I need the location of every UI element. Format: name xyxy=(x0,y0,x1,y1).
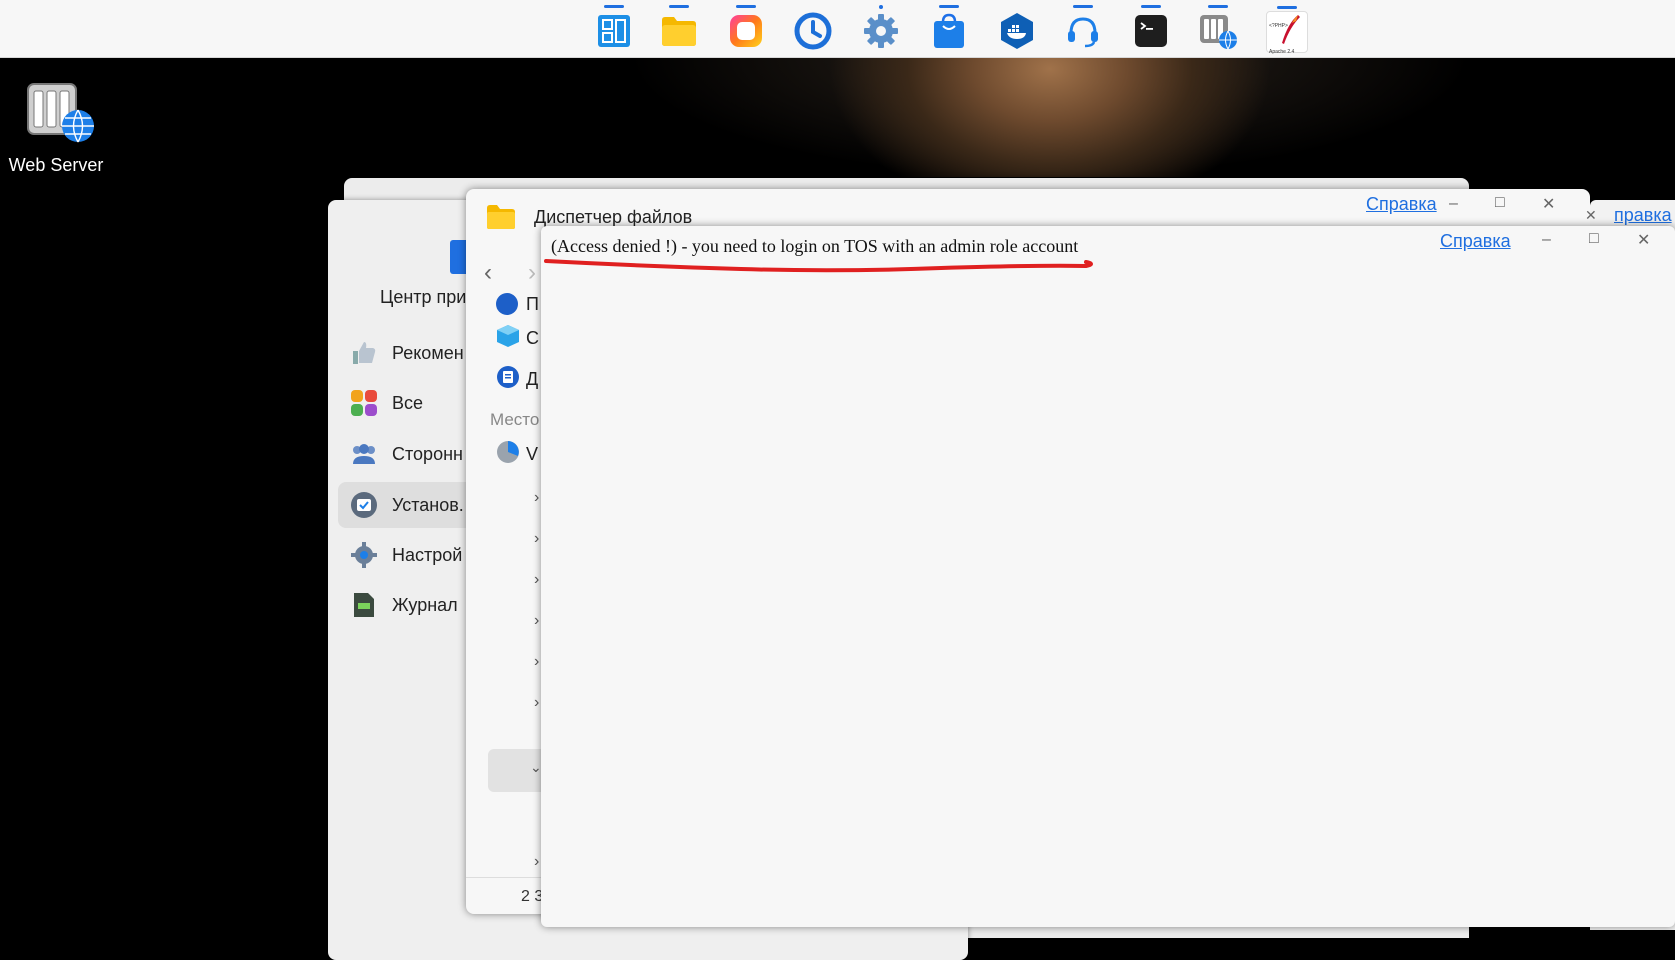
selected-nav-item[interactable]: ⌄ xyxy=(488,749,548,792)
nav-item-label: С xyxy=(526,328,539,348)
minimize-icon[interactable]: – xyxy=(1449,195,1458,213)
document-icon xyxy=(496,365,520,394)
sidebar-item-label: Журнал xyxy=(392,594,458,615)
pie-chart-icon xyxy=(496,440,520,469)
running-indicator xyxy=(939,5,959,8)
desktop-web-server-shortcut[interactable]: Web Server xyxy=(8,82,104,176)
close-icon[interactable]: ✕ xyxy=(1542,194,1555,214)
help-link[interactable]: правка xyxy=(1614,205,1672,226)
folder-icon xyxy=(486,204,516,235)
sidebar-item-label: Установ. xyxy=(392,494,464,515)
expand-chevron-icon[interactable]: › xyxy=(534,612,539,630)
grid-apps-icon xyxy=(350,389,378,417)
nav-item-volume[interactable]: V xyxy=(496,440,538,469)
app-center-title: Центр при xyxy=(380,287,467,307)
sidebar-item-label: Все xyxy=(392,392,424,413)
nav-item-documents[interactable]: Д xyxy=(496,365,538,394)
expand-chevron-icon[interactable]: › xyxy=(534,653,539,671)
cube-icon xyxy=(496,324,520,353)
access-denied-window: Справка – □ ✕ (Access denied !) - you ne… xyxy=(541,226,1675,927)
nav-item-label: Д xyxy=(526,369,539,389)
nav-item-favorites[interactable]: П xyxy=(496,293,539,315)
desktop-icon-label: Web Server xyxy=(8,155,104,175)
expand-chevron-icon[interactable]: › xyxy=(534,530,539,548)
web-server-icon[interactable] xyxy=(1198,5,1238,51)
nav-item-label: V xyxy=(526,444,539,464)
running-indicator xyxy=(1073,5,1093,8)
help-link[interactable]: Справка xyxy=(1440,231,1511,252)
expand-chevron-icon[interactable]: › xyxy=(534,571,539,589)
window-title: Диспетчер файлов xyxy=(534,207,693,227)
running-indicator xyxy=(669,5,689,8)
file-manager-icon[interactable] xyxy=(659,5,699,51)
access-denied-message: (Access denied !) - you need to login on… xyxy=(551,236,1079,256)
web-server-icon xyxy=(27,83,94,143)
running-indicator xyxy=(1141,5,1161,8)
running-indicator xyxy=(736,5,756,8)
settings-gear-icon[interactable] xyxy=(861,5,901,51)
sidebar-item-label: Рекомен xyxy=(392,342,464,363)
sidebar-item-label: Настрой xyxy=(392,544,463,565)
thumbs-up-icon xyxy=(350,339,378,367)
expand-chevron-icon[interactable]: › xyxy=(534,853,539,871)
terminal-icon[interactable] xyxy=(1131,5,1171,51)
help-link[interactable]: Справка xyxy=(1366,194,1437,215)
support-headset-icon[interactable] xyxy=(1063,5,1103,51)
chevron-down-icon: ⌄ xyxy=(530,759,542,775)
expand-chevron-icon[interactable]: › xyxy=(534,694,539,712)
close-icon[interactable]: ✕ xyxy=(1585,207,1597,224)
settings-gear-icon xyxy=(350,541,378,569)
photos-icon[interactable] xyxy=(726,5,766,51)
php-apache-icon[interactable]: <?PHP> Apache 2.4 xyxy=(1266,6,1308,55)
status-count: 2 3 xyxy=(521,888,544,905)
installed-icon xyxy=(350,491,378,519)
maximize-icon[interactable]: □ xyxy=(1589,230,1599,248)
star-icon xyxy=(496,293,518,315)
taskbar: <?PHP> Apache 2.4 xyxy=(0,0,1675,58)
docker-icon[interactable] xyxy=(997,11,1037,51)
maximize-icon[interactable]: □ xyxy=(1495,194,1505,212)
running-indicator xyxy=(1277,6,1297,9)
minimize-icon[interactable]: – xyxy=(1542,231,1551,249)
php-apache-label: <?PHP> Apache 2.4 xyxy=(1269,23,1295,55)
log-file-icon xyxy=(350,591,378,619)
sidebar-item-label: Сторонн xyxy=(392,443,463,464)
nav-item-label: П xyxy=(526,293,539,314)
app-center-icon[interactable] xyxy=(594,5,634,51)
running-indicator xyxy=(1208,5,1228,8)
running-indicator xyxy=(604,5,624,8)
close-icon[interactable]: ✕ xyxy=(1637,230,1650,250)
red-annotation-underline xyxy=(544,259,1093,273)
backup-clock-icon[interactable] xyxy=(793,11,833,51)
running-indicator xyxy=(879,5,883,9)
section-label: Место xyxy=(490,410,540,429)
app-store-bag-icon[interactable] xyxy=(929,5,969,51)
back-chevron-icon[interactable]: ‹ xyxy=(484,259,492,287)
desktop-wallpaper xyxy=(600,57,1500,177)
users-group-icon xyxy=(350,440,378,468)
expand-chevron-icon[interactable]: › xyxy=(534,489,539,507)
nav-item-cloud[interactable]: С xyxy=(496,324,539,353)
forward-chevron-icon[interactable]: › xyxy=(528,259,536,287)
